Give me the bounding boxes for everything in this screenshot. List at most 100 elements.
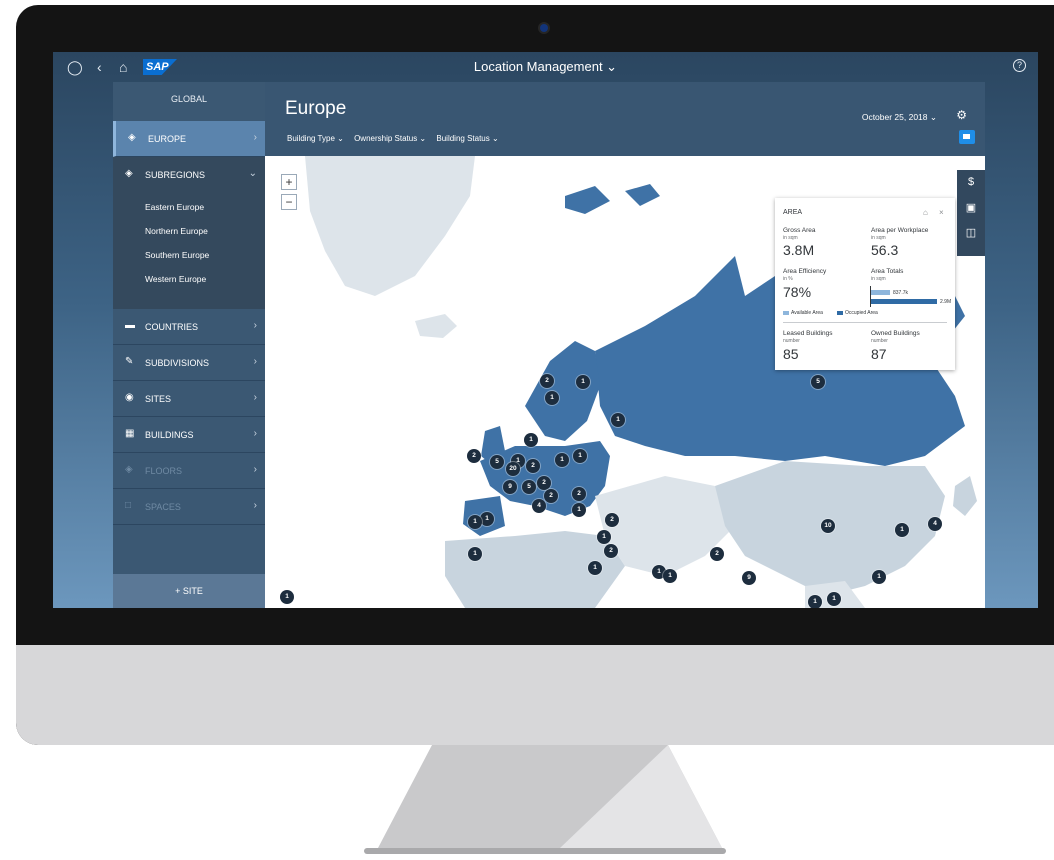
map-cluster-pin[interactable]: 1 <box>597 530 611 544</box>
map-cluster-pin[interactable]: 1 <box>480 512 494 526</box>
map-cluster-pin[interactable]: 5 <box>811 375 825 389</box>
owned-buildings-value: 87 <box>871 346 887 362</box>
map-land-greenland <box>305 156 475 296</box>
map-cluster-pin[interactable]: 1 <box>611 413 625 427</box>
area-per-workplace-label: Area per Workplace <box>871 227 929 234</box>
map-cluster-pin[interactable]: 2 <box>572 487 586 501</box>
close-icon[interactable]: × <box>939 208 944 217</box>
area-efficiency-unit: in % <box>783 276 793 282</box>
filter-bar: Building Type ⌄ Ownership Status ⌄ Build… <box>287 134 507 143</box>
sidebar-item-spaces: □ SPACES › <box>113 489 265 525</box>
card-divider <box>783 322 947 323</box>
sidebar-item-subregions[interactable]: SUBREGIONS <box>145 170 205 180</box>
map-cluster-pin[interactable]: 1 <box>576 375 590 389</box>
leased-buildings-label: Leased Buildings <box>783 330 833 337</box>
camera-icon <box>540 24 548 32</box>
map-cluster-pin[interactable]: 1 <box>555 453 569 467</box>
map-cluster-pin[interactable]: 5 <box>522 480 536 494</box>
map-land-scandinavia <box>525 341 600 441</box>
sidebar-group-subregions: ◈ SUBREGIONS ⌄ Eastern Europe Northern E… <box>113 157 265 309</box>
map-cluster-pin[interactable]: 1 <box>872 570 886 584</box>
map-cluster-pin[interactable]: 2 <box>710 547 724 561</box>
map-cluster-pin[interactable]: 2 <box>605 513 619 527</box>
card-title: AREA <box>783 209 803 216</box>
date-picker[interactable]: October 25, 2018 ⌄ <box>862 112 937 123</box>
cost-icon[interactable]: $ <box>964 176 978 188</box>
page-title: Europe <box>285 98 347 119</box>
legend-swatch <box>783 310 789 315</box>
map-cluster-pin[interactable]: 1 <box>524 433 538 447</box>
area-icon[interactable]: ▣ <box>964 201 978 214</box>
sidebar: GLOBAL ◈ EUROPE › ◈ SUBREGIONS ⌄ Eastern… <box>113 82 265 608</box>
occupied-area-value: 2.9M <box>940 299 952 305</box>
filter-label: Building Status <box>436 134 490 143</box>
map-cluster-pin[interactable]: 4 <box>532 499 546 513</box>
filter-building-type[interactable]: Building Type ⌄ <box>287 134 344 143</box>
sidebar-item-label: SUBDIVISIONS <box>145 358 210 368</box>
map-cluster-pin[interactable]: 1 <box>468 547 482 561</box>
sidebar-item-global[interactable]: GLOBAL <box>113 94 265 104</box>
legend-occupied: Occupied Area <box>837 310 878 316</box>
workplace-icon[interactable]: ◫ <box>964 226 978 239</box>
sidebar-item-label: BUILDINGS <box>145 430 194 440</box>
app-title-menu[interactable]: Location Management ⌄ <box>53 59 1038 75</box>
map-cluster-pin[interactable]: 2 <box>537 476 551 490</box>
area-per-workplace-value: 56.3 <box>871 242 899 258</box>
map-cluster-pin[interactable]: 9 <box>742 571 756 585</box>
map-cluster-pin[interactable]: 1 <box>545 391 559 405</box>
chevron-right-icon: › <box>253 428 257 439</box>
map-cluster-pin[interactable]: 1 <box>572 503 586 517</box>
map-land-japan <box>953 476 977 516</box>
map-toolbar: $ ▣ ◫ <box>957 170 985 256</box>
subregion-link-northern[interactable]: Northern Europe <box>145 226 208 236</box>
sidebar-item-sites[interactable]: ◉ SITES › <box>113 381 265 417</box>
legend-available: Available Area <box>783 310 823 316</box>
map-cluster-pin[interactable]: 2 <box>526 459 540 473</box>
sidebar-item-buildings[interactable]: ▦ BUILDINGS › <box>113 417 265 453</box>
view-toggle-button[interactable] <box>959 130 975 144</box>
area-totals-unit: in sqm <box>871 276 886 282</box>
area-totals-label: Area Totals <box>871 268 904 275</box>
map-cluster-pin[interactable]: 1 <box>588 561 602 575</box>
chevron-right-icon: › <box>253 320 257 331</box>
subregion-link-eastern[interactable]: Eastern Europe <box>145 202 204 212</box>
zoom-in-button[interactable]: + <box>281 174 297 190</box>
map-cluster-pin[interactable]: 1 <box>808 595 822 608</box>
leased-buildings-unit: number <box>783 338 800 344</box>
filter-ownership-status[interactable]: Ownership Status ⌄ <box>354 134 426 143</box>
map-cluster-pin[interactable]: 1 <box>280 590 294 604</box>
zoom-out-button[interactable]: − <box>281 194 297 210</box>
map-cluster-pin[interactable]: 4 <box>928 517 942 531</box>
chevron-right-icon: › <box>253 500 257 511</box>
map-cluster-pin[interactable]: 5 <box>490 455 504 469</box>
gross-area-value: 3.8M <box>783 242 815 258</box>
map-cluster-pin[interactable]: 2 <box>540 374 554 388</box>
map-icon: ✎ <box>125 356 134 367</box>
chart-icon[interactable]: ⌂ <box>923 208 928 217</box>
sidebar-item-countries[interactable]: ▬ COUNTRIES › <box>113 309 265 345</box>
gross-area-unit: in sqm <box>783 235 798 241</box>
subregion-link-southern[interactable]: Southern Europe <box>145 250 209 260</box>
chevron-right-icon: › <box>253 392 257 403</box>
gear-icon[interactable]: ⚙ <box>956 108 967 122</box>
add-site-button[interactable]: + SITE <box>113 574 265 608</box>
map-cluster-pin[interactable]: 20 <box>506 462 520 476</box>
chevron-down-icon[interactable]: ⌄ <box>249 168 257 179</box>
sidebar-item-europe[interactable]: ◈ EUROPE › <box>113 121 265 157</box>
help-icon[interactable]: ? <box>1013 59 1026 72</box>
map-cluster-pin[interactable]: 1 <box>663 569 677 583</box>
map-cluster-pin[interactable]: 2 <box>467 449 481 463</box>
map-cluster-pin[interactable]: 9 <box>503 480 517 494</box>
subregion-link-western[interactable]: Western Europe <box>145 274 206 284</box>
map-cluster-pin[interactable]: 10 <box>821 519 835 533</box>
map-cluster-pin[interactable]: 1 <box>895 523 909 537</box>
filter-building-status[interactable]: Building Status ⌄ <box>436 134 498 143</box>
map-cluster-pin[interactable]: 1 <box>573 449 587 463</box>
sidebar-item-subdivisions[interactable]: ✎ SUBDIVISIONS › <box>113 345 265 381</box>
map-cluster-pin[interactable]: 1 <box>468 515 482 529</box>
map-cluster-pin[interactable]: 1 <box>827 592 841 606</box>
legend-label: Occupied Area <box>845 310 878 316</box>
map-cluster-pin[interactable]: 2 <box>604 544 618 558</box>
chevron-right-icon: › <box>253 132 257 143</box>
map-cluster-pin[interactable]: 2 <box>544 489 558 503</box>
